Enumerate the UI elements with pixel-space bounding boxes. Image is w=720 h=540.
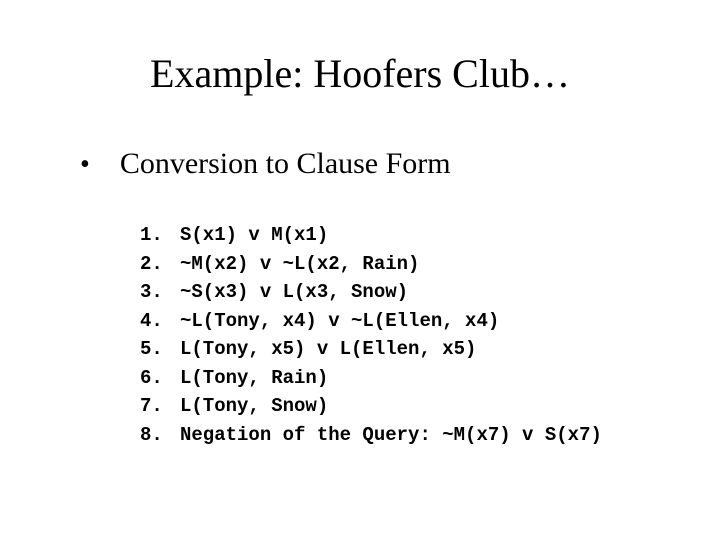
list-item: 4. ~L(Tony, x4) v ~L(Ellen, x4) bbox=[140, 307, 660, 336]
list-item: 1. S(x1) v M(x1) bbox=[140, 221, 660, 250]
page-title: Example: Hoofers Club… bbox=[60, 50, 660, 97]
clause-text: Negation of the Query: ~M(x7) v S(x7) bbox=[180, 421, 602, 450]
clause-number: 1. bbox=[140, 221, 180, 250]
clause-number: 4. bbox=[140, 307, 180, 336]
section-subtitle: Conversion to Clause Form bbox=[120, 147, 451, 181]
list-item: 3. ~S(x3) v L(x3, Snow) bbox=[140, 278, 660, 307]
clause-text: ~S(x3) v L(x3, Snow) bbox=[180, 278, 408, 307]
clause-number: 3. bbox=[140, 278, 180, 307]
clause-text: ~M(x2) v ~L(x2, Rain) bbox=[180, 250, 419, 279]
clause-number: 2. bbox=[140, 250, 180, 279]
bullet-icon: • bbox=[80, 151, 90, 179]
list-item: 5. L(Tony, x5) v L(Ellen, x5) bbox=[140, 335, 660, 364]
clause-number: 7. bbox=[140, 392, 180, 421]
list-item: 7. L(Tony, Snow) bbox=[140, 392, 660, 421]
section-header: • Conversion to Clause Form bbox=[80, 147, 660, 181]
list-item: 6. L(Tony, Rain) bbox=[140, 364, 660, 393]
clause-number: 8. bbox=[140, 421, 180, 450]
clause-number: 6. bbox=[140, 364, 180, 393]
clause-number: 5. bbox=[140, 335, 180, 364]
clause-list: 1. S(x1) v M(x1) 2. ~M(x2) v ~L(x2, Rain… bbox=[140, 221, 660, 449]
clause-text: S(x1) v M(x1) bbox=[180, 221, 328, 250]
clause-text: L(Tony, Snow) bbox=[180, 392, 328, 421]
clause-text: ~L(Tony, x4) v ~L(Ellen, x4) bbox=[180, 307, 499, 336]
clause-text: L(Tony, x5) v L(Ellen, x5) bbox=[180, 335, 476, 364]
clause-text: L(Tony, Rain) bbox=[180, 364, 328, 393]
list-item: 2. ~M(x2) v ~L(x2, Rain) bbox=[140, 250, 660, 279]
list-item: 8. Negation of the Query: ~M(x7) v S(x7) bbox=[140, 421, 660, 450]
